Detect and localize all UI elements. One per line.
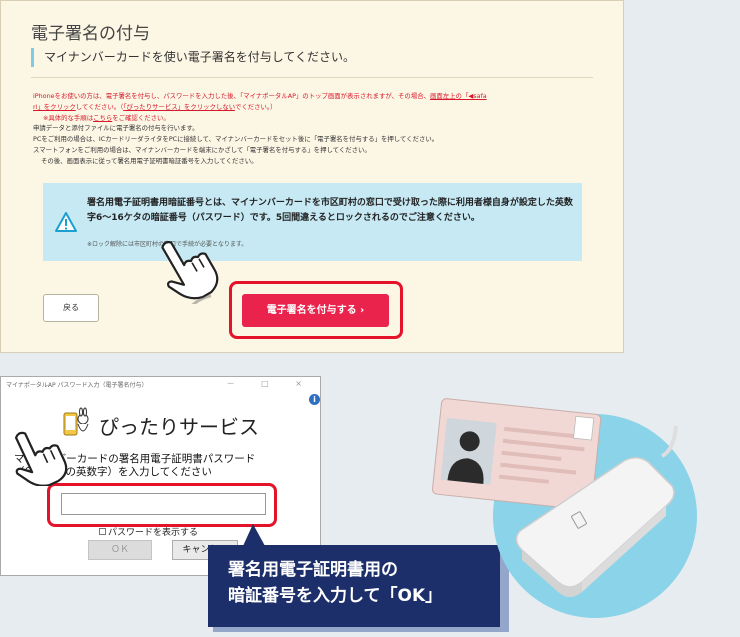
page-title: 電子署名の付与 [31,24,150,44]
info-icon[interactable]: i [309,394,320,405]
sign-button[interactable]: 電子署名を付与する › [242,294,389,327]
note-line-3: ※具体的な手順はこちらをご確認ください。 [43,113,170,122]
window-controls[interactable]: － □ × [227,378,314,389]
hand-pointer-icon [14,431,68,486]
hand-pointer-icon [161,241,219,304]
details-link[interactable]: こちら [93,114,112,122]
note-link[interactable]: 画面左上の「◀safa [430,92,487,100]
highlight-frame [47,483,277,527]
checkbox-box[interactable] [99,528,106,535]
callout-tail [243,524,265,546]
warning-box: 署名用電子証明書用暗証番号とは、マイナンバーカードを市区町村の窓口で受け取った際… [43,183,582,261]
signature-page: 電子署名の付与 マイナンバーカードを使い電子署名を付与してください。 iPhon… [0,0,624,353]
note-line-2: ri」をクリックしてください。（「ぴったりサービス」をクリックしないでください。… [33,102,277,111]
warning-icon [55,212,77,232]
show-password-checkbox[interactable]: パスワードを表示する [99,525,198,538]
back-button[interactable]: 戻る [43,294,99,322]
ok-button[interactable]: ＯＫ [88,540,152,560]
note-line-7: その後、画面表示に従って署名用電子証明書暗証番号を入力してください。 [41,156,258,165]
service-name: ぴったりサービス [99,415,259,439]
note-line-6: スマートフォンをご利用の場合は、マイナンバーカードを端末にかざして「電子署名を付… [33,145,371,154]
note-line-5: PCをご利用の場合は、ICカードリーダライタをPCに接続して、マイナンバーカード… [33,135,439,144]
divider [31,77,593,78]
note-line-4: 申請データと添付ファイルに電子署名の付与を行います。 [33,124,199,133]
dialog-title: マイナポータルAP パスワード入力（電子署名付与） [6,382,148,389]
show-password-label: パスワードを表示する [108,528,199,538]
warning-text: 署名用電子証明書用暗証番号とは、マイナンバーカードを市区町村の窓口で受け取った際… [87,198,573,223]
page-subtitle: マイナンバーカードを使い電子署名を付与してください。 [31,48,355,67]
note-line-1: iPhoneをお使いの方は、電子署名を付与し、パスワードを入力した後、「マイナポ… [33,92,487,100]
instructions: iPhoneをお使いの方は、電子署名を付与し、パスワードを入力した後、「マイナポ… [33,91,603,167]
card-reader-illustration [432,398,697,618]
